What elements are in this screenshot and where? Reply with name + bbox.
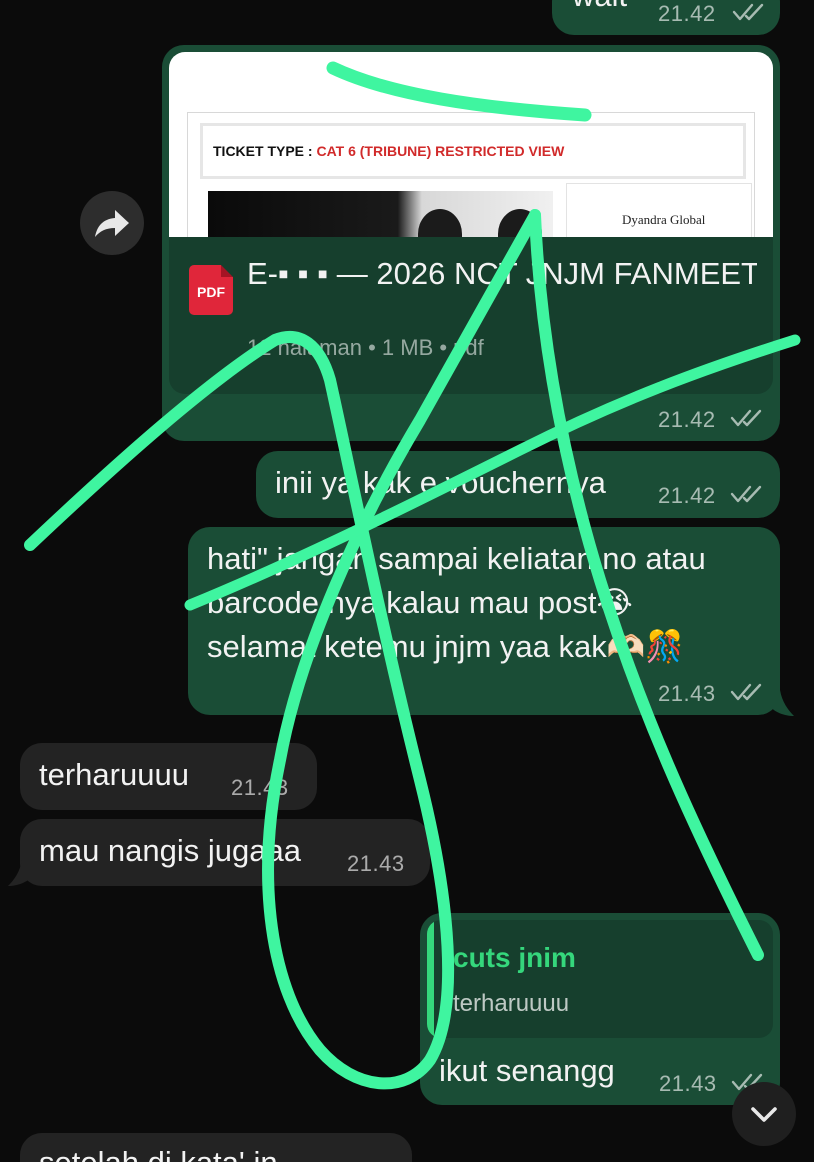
message-text: inii ya kak e vouchernya — [275, 465, 606, 500]
forward-arrow-icon — [95, 210, 129, 237]
document-page: TICKET TYPE : CAT 6 (TRIBUNE) RESTRICTED… — [187, 112, 755, 242]
document-info[interactable]: PDF E-▪ ▪ ▪ — 2026 NCT JNJM FANMEETING T… — [169, 237, 773, 394]
ticket-type-value: CAT 6 (TRIBUNE) RESTRICTED VIEW — [316, 143, 565, 159]
message-bubble-warning[interactable]: hati" jangan sampai keliatan no atau bar… — [188, 527, 780, 715]
double-check-icon — [732, 3, 764, 21]
document-title: E-▪ ▪ ▪ — 2026 NCT JNJM FANMEETING TOUR … — [247, 256, 757, 291]
message-bubble-document[interactable]: TICKET TYPE : CAT 6 (TRIBUNE) RESTRICTED… — [162, 45, 780, 441]
ticket-photo — [208, 191, 553, 242]
message-text: ikut senangg — [439, 1053, 615, 1088]
message-line-2: barcode nya kalau mau post😭 — [207, 585, 633, 620]
quoted-text: terharuuuu — [453, 990, 570, 1017]
bubble-tail — [770, 690, 794, 716]
bubble-tail — [8, 860, 32, 886]
message-line-3: selamat ketemu jnjm yaa kak🫶🏻🎊 — [207, 629, 684, 664]
message-line-1: hati" jangan sampai keliatan no atau — [207, 541, 706, 576]
double-check-icon — [730, 409, 762, 427]
pdf-icon: PDF — [189, 265, 233, 315]
ticket-type-label: TICKET TYPE : — [213, 143, 317, 159]
message-time: 21.42 — [658, 483, 716, 508]
forward-button[interactable] — [80, 191, 144, 255]
message-bubble-voucher[interactable]: inii ya kak e vouchernya 21.42 — [256, 451, 780, 518]
message-time: 21.43 — [658, 681, 716, 706]
message-time: 21.43 — [659, 1071, 717, 1096]
message-bubble-wait[interactable]: wait 21.42 — [552, 0, 780, 35]
double-check-icon — [730, 683, 762, 701]
quoted-sender-name: cuts jnim — [453, 942, 576, 973]
scroll-to-bottom-button[interactable] — [732, 1082, 796, 1146]
ticket-type-box: TICKET TYPE : CAT 6 (TRIBUNE) RESTRICTED… — [200, 123, 746, 179]
organizer-logo: Dyandra Global — [566, 183, 752, 242]
pdf-icon-label: PDF — [197, 284, 225, 300]
message-time: 21.43 — [231, 775, 289, 800]
message-bubble-incoming-setelah[interactable]: setelah di kata' in — [20, 1133, 412, 1162]
quote-accent-bar — [427, 920, 434, 1038]
message-bubble-incoming-mau[interactable]: mau nangis jugaaa 21.43 — [20, 819, 430, 886]
message-time: 21.42 — [658, 407, 716, 432]
message-bubble-reply[interactable]: cuts jnim terharuuuu ikut senangg 21.43 — [420, 913, 780, 1105]
chevron-down-icon — [751, 1107, 777, 1122]
message-text: mau nangis jugaaa — [39, 833, 301, 868]
message-time: 21.43 — [347, 851, 405, 876]
message-bubble-incoming-terharu[interactable]: terharuuuu 21.43 — [20, 743, 317, 810]
message-text: terharuuuu — [39, 757, 189, 792]
document-preview[interactable]: TICKET TYPE : CAT 6 (TRIBUNE) RESTRICTED… — [169, 52, 773, 242]
message-text: setelah di kata' in — [39, 1141, 278, 1162]
quoted-message[interactable]: cuts jnim terharuuuu — [427, 920, 773, 1038]
message-text: wait — [572, 0, 627, 18]
chat-screen: wait 21.42 TICKET TYPE : CAT 6 (TRIBUNE)… — [0, 0, 814, 1162]
double-check-icon — [730, 485, 762, 503]
message-time: 21.42 — [658, 1, 716, 26]
document-meta: 12 halaman • 1 MB • pdf — [247, 335, 484, 360]
organizer-logo-text: Dyandra Global — [622, 212, 706, 227]
